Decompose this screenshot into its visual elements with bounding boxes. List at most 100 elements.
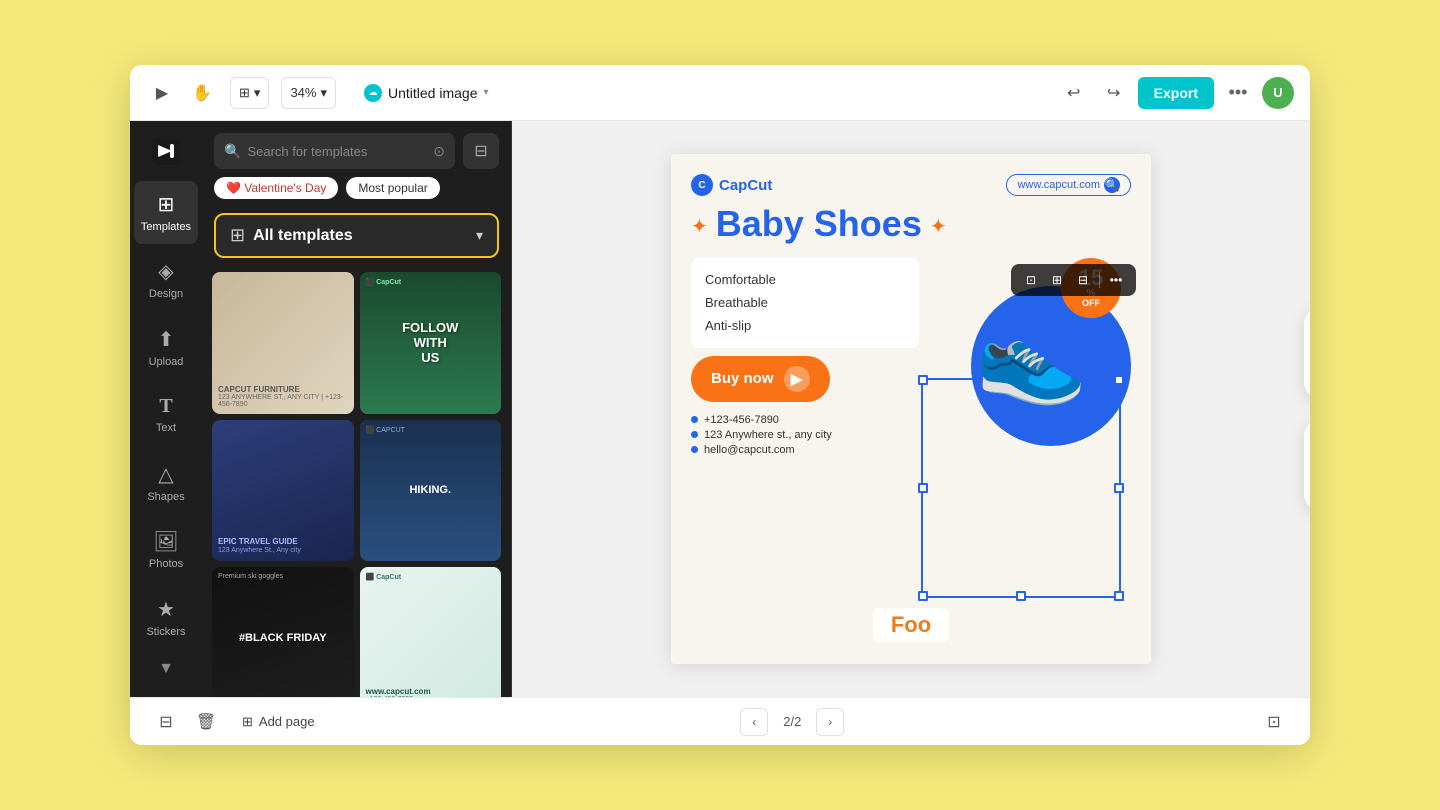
sidebar-item-design[interactable]: ◈ Design [134, 248, 198, 312]
template-card[interactable]: ⬛ CapCut FOLLOWWITHUS [360, 272, 502, 414]
search-input-wrap[interactable]: 🔍 ⊙ [214, 133, 455, 169]
add-page-button[interactable]: ⊞ Add page [230, 706, 327, 738]
sidebar-item-text[interactable]: T Text [134, 383, 198, 447]
stickers-icon: ★ [157, 597, 175, 622]
app-header: ▶ ✋ ⊞ ▾ 34% ▾ ☁ Untitled image ▾ ↩ ↪ Exp… [130, 65, 1310, 121]
capcut-logo-card [1304, 417, 1310, 513]
shoe-image: 👟 [975, 304, 1087, 409]
layout-button[interactable]: ⊞ ▾ [230, 77, 269, 109]
facebook-logo-card: f [1304, 305, 1310, 401]
template-card[interactable]: ⬛ CapCut www.capcut.com +123-456-7890 [360, 567, 502, 697]
template-card[interactable]: EPIC TRAVEL GUIDE 123 Anywhere St., Any … [212, 420, 354, 562]
sidebar-item-photos[interactable]: 🖼 Photos [134, 518, 198, 582]
header-tools: ↩ ↪ Export ••• U [1058, 77, 1294, 109]
photos-icon: 🖼 [153, 529, 178, 554]
canvas-title-row: ✦ Baby Shoes ✦ [691, 204, 1131, 250]
sidebar-item-templates[interactable]: ⊞ Templates [134, 181, 198, 245]
buy-now-button[interactable]: Buy now ▶ [691, 356, 830, 402]
sidebar: ⊞ Templates ◈ Design ⬆ Upload T Text △ S… [130, 121, 202, 697]
tags-row: ❤️ Valentine's Day Most popular [202, 177, 511, 209]
pan-tool-button[interactable]: ✋ [186, 77, 218, 109]
tag-valentine-button[interactable]: ❤️ Valentine's Day [214, 177, 338, 199]
resize-handle-br[interactable] [1114, 591, 1124, 601]
next-page-button[interactable]: › [816, 708, 844, 736]
canvas-feature-2: Breathable [705, 291, 905, 314]
contact-dot-icon [691, 416, 698, 423]
buy-label: Buy now [711, 370, 774, 387]
canvas-website: www.capcut.com [1017, 179, 1100, 191]
canvas-feature-1: Comfortable [705, 268, 905, 291]
template-preview: EPIC TRAVEL GUIDE 123 Anywhere St., Any … [212, 420, 354, 562]
dropdown-chevron-icon: ▾ [476, 227, 483, 244]
zoom-level: 34% [290, 85, 316, 100]
avatar[interactable]: U [1262, 77, 1294, 109]
resize-handle-l[interactable] [918, 483, 928, 493]
bottom-right-tools: ⊡ [1258, 706, 1290, 738]
buy-arrow-icon: ▶ [784, 366, 810, 392]
more-tool-button[interactable]: ••• [1104, 268, 1128, 292]
sidebar-item-shapes[interactable]: △ Shapes [134, 451, 198, 515]
resize-handle-r[interactable] [1114, 483, 1124, 493]
prev-page-button[interactable]: ‹ [740, 708, 768, 736]
resize-handle-tl[interactable] [918, 375, 928, 385]
templates-grid: CAPCUT FURNITURE 123 ANYWHERE ST., ANY C… [202, 268, 511, 697]
chevron-down-icon: ▼ [158, 660, 174, 678]
sidebar-item-stickers[interactable]: ★ Stickers [134, 586, 198, 650]
undo-button[interactable]: ↩ [1058, 77, 1090, 109]
delete-page-button[interactable]: 🗑 [190, 706, 222, 738]
contact-email: hello@capcut.com [691, 444, 919, 456]
right-logos: f [1304, 305, 1310, 513]
app-body: ⊞ Templates ◈ Design ⬆ Upload T Text △ S… [130, 121, 1310, 697]
crop-tool-button[interactable]: ⊡ [1019, 268, 1043, 292]
select-tool-button[interactable]: ▶ [146, 77, 178, 109]
canvas-area: C CapCut www.capcut.com 🔍 ✦ Baby Shoes ✦ [512, 121, 1310, 697]
export-button[interactable]: Export [1138, 77, 1214, 109]
template-preview: ⬛ CapCut FOLLOWWITHUS [360, 272, 502, 414]
copy-tool-button[interactable]: ⊟ [1071, 268, 1095, 292]
template-card[interactable]: CAPCUT FURNITURE 123 ANYWHERE ST., ANY C… [212, 272, 354, 414]
tag-popular-button[interactable]: Most popular [346, 177, 439, 199]
star-deco-1: ✦ [691, 214, 708, 239]
template-preview: ⬛ CapCut www.capcut.com +123-456-7890 [360, 567, 502, 697]
canvas-logo-icon: C [691, 174, 713, 196]
search-icon: 🔍 [224, 143, 241, 160]
search-input[interactable] [247, 144, 427, 159]
resize-handle-bl[interactable] [918, 591, 928, 601]
resize-handle-b[interactable] [1016, 591, 1026, 601]
more-options-button[interactable]: ••• [1222, 77, 1254, 109]
templates-icon: ⊞ [158, 192, 175, 217]
layout-icon: ⊞ [239, 85, 250, 101]
duplicate-page-button[interactable]: ⊟ [150, 706, 182, 738]
image-search-icon[interactable]: ⊙ [433, 143, 445, 160]
bottom-left-tools: ⊟ 🗑 ⊞ Add page [150, 706, 327, 738]
search-circle-icon: 🔍 [1104, 177, 1120, 193]
contact-dot-icon [691, 446, 698, 453]
canvas-url-badge: www.capcut.com 🔍 [1006, 174, 1131, 196]
template-card[interactable]: ⬛ CAPCUT HIKING. [360, 420, 502, 562]
qr-tool-button[interactable]: ⊞ [1045, 268, 1069, 292]
toolbar-divider [1099, 272, 1100, 288]
add-page-icon: ⊞ [242, 714, 253, 730]
canvas-content: C CapCut www.capcut.com 🔍 ✦ Baby Shoes ✦ [671, 154, 1151, 664]
image-edit-toolbar: ⊡ ⊞ ⊟ ••• [1011, 264, 1136, 296]
template-card[interactable]: Premium ski goggles #BLACK FRIDAY [212, 567, 354, 697]
sidebar-collapse-button[interactable]: ▼ [134, 653, 198, 685]
redo-button[interactable]: ↪ [1098, 77, 1130, 109]
text-icon: T [159, 395, 172, 418]
canvas-desc-box: Comfortable Breathable Anti-slip [691, 258, 919, 348]
expand-button[interactable]: ⊡ [1258, 706, 1290, 738]
document-title[interactable]: Untitled image [388, 85, 478, 101]
capcut-logo [148, 133, 184, 169]
title-chevron-icon: ▾ [484, 87, 489, 98]
zoom-button[interactable]: 34% ▾ [281, 77, 336, 109]
canvas-wrapper: C CapCut www.capcut.com 🔍 ✦ Baby Shoes ✦ [671, 154, 1151, 664]
header-left: ▶ ✋ [146, 77, 218, 109]
contact-phone: +123-456-7890 [691, 414, 919, 426]
filter-button[interactable]: ⊟ [463, 133, 499, 169]
canvas-main-title: Baby Shoes [716, 204, 922, 244]
canvas-brand-logo: C CapCut [691, 174, 772, 196]
sidebar-item-upload[interactable]: ⬆ Upload [134, 316, 198, 380]
page-indicator: 2/2 [776, 714, 808, 729]
all-templates-dropdown[interactable]: ⊞ All templates ▾ [214, 213, 499, 258]
star-deco-2: ✦ [930, 214, 947, 239]
